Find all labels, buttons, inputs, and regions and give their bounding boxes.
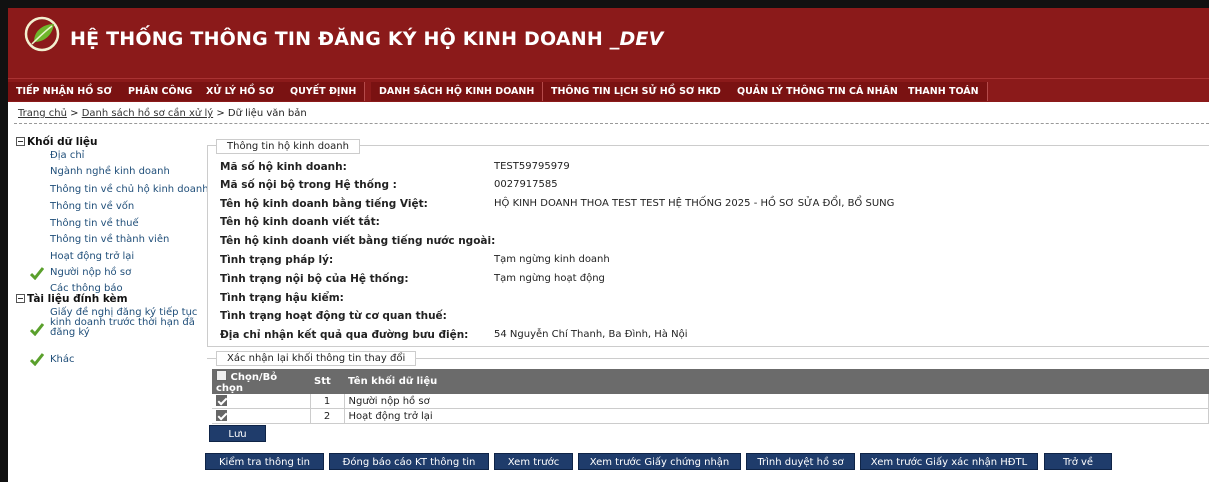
tree-item-hoat-dong-tro-lai[interactable]: Hoạt động trở lại (50, 251, 134, 262)
row-select-cell (212, 408, 311, 424)
breadcrumb: Trang chủ > Danh sách hồ sơ cần xử lý > … (18, 108, 307, 119)
info-label: Tên hộ kinh doanh viết tắt: (220, 216, 380, 228)
collapse-icon[interactable] (16, 137, 25, 146)
breadcrumb-home[interactable]: Trang chủ (18, 108, 67, 119)
table-row: 1 Người nộp hồ sơ (212, 394, 1209, 409)
leaf-logo-icon (24, 16, 60, 52)
menu-quyet-dinh[interactable]: QUYẾT ĐỊNH (282, 82, 366, 101)
row-name: Hoạt động trở lại (344, 408, 1209, 424)
checkmark-icon (30, 353, 44, 366)
menu-danh-sach-hkd[interactable]: DANH SÁCH HỘ KINH DOANH (371, 82, 544, 101)
checkmark-icon (30, 267, 44, 280)
tree-item-chu-ho[interactable]: Thông tin về chủ hộ kinh doanh (50, 184, 209, 195)
info-label: Tên hộ kinh doanh bằng tiếng Việt: (220, 198, 428, 210)
tree-group-label: Tài liệu đính kèm (27, 293, 128, 305)
collapse-icon[interactable] (16, 294, 25, 303)
col-stt: Stt (310, 369, 344, 394)
breadcrumb-sep: > (70, 108, 79, 119)
tree-group-tai-lieu[interactable]: Tài liệu đính kèm (16, 293, 128, 305)
tree-group-khoi-du-lieu[interactable]: Khối dữ liệu (16, 136, 98, 148)
info-legend: Thông tin hộ kinh doanh (216, 139, 360, 154)
info-value: 0027917585 (494, 179, 558, 190)
info-label: Địa chỉ nhận kết quả qua đường bưu điện: (220, 329, 469, 341)
row-checkbox[interactable] (216, 395, 227, 406)
env-label: _DEV (609, 28, 664, 50)
menu-phan-cong[interactable]: PHÂN CÔNG (120, 82, 202, 101)
info-label: Mã số nội bộ trong Hệ thống : (220, 179, 397, 191)
menu-thong-tin-ca-nhan[interactable]: QUẢN LÝ THÔNG TIN CÁ NHÂN (729, 82, 907, 101)
menu-xu-ly[interactable]: XỬ LÝ HỒ SƠ (198, 82, 283, 101)
info-label: Tình trạng hoạt động từ cơ quan thuế: (220, 310, 447, 322)
tree-item-von[interactable]: Thông tin về vốn (50, 201, 134, 212)
info-value: TEST59795979 (494, 161, 570, 172)
row-name: Người nộp hồ sơ (344, 394, 1209, 409)
tree-group-label: Khối dữ liệu (27, 136, 98, 148)
info-value: HỘ KINH DOANH THOA TEST TEST HỆ THỐNG 20… (494, 198, 895, 209)
save-button[interactable]: Lưu (209, 425, 266, 442)
checkmark-icon (30, 323, 44, 336)
select-all-checkbox[interactable] (216, 370, 227, 381)
submit-approval-button[interactable]: Trình duyệt hồ sơ (746, 453, 855, 470)
confirm-legend: Xác nhận lại khối thông tin thay đổi (216, 351, 417, 366)
tree-item-thanh-vien[interactable]: Thông tin về thành viên (50, 234, 169, 245)
close-report-button[interactable]: Đóng báo cáo KT thông tin (329, 453, 489, 470)
info-label: Tình trạng nội bộ của Hệ thống: (220, 273, 409, 285)
info-value: Tạm ngừng kinh doanh (494, 254, 610, 265)
preview-certificate-button[interactable]: Xem trước Giấy chứng nhận (578, 453, 741, 470)
confirm-table: Chọn/Bỏ chọn Stt Tên khối dữ liệu 1 Ngườ… (212, 369, 1209, 424)
row-select-cell (212, 394, 311, 409)
back-button[interactable]: Trở về (1044, 453, 1112, 470)
info-value: 54 Nguyễn Chí Thanh, Ba Đình, Hà Nội (494, 329, 688, 340)
col-select: Chọn/Bỏ chọn (212, 369, 310, 394)
info-label: Tên hộ kinh doanh viết bằng tiếng nước n… (220, 235, 496, 247)
tree-item-thue[interactable]: Thông tin về thuế (50, 218, 139, 229)
menu-thanh-toan[interactable]: THANH TOÁN (900, 82, 988, 101)
tree-item-nganh-nghe[interactable]: Ngành nghề kinh doanh (50, 166, 170, 177)
row-stt: 2 (310, 408, 345, 424)
tree-item-khac[interactable]: Khác (50, 354, 75, 365)
row-stt: 1 (310, 394, 345, 409)
app-title-text: HỆ THỐNG THÔNG TIN ĐĂNG KÝ HỘ KINH DOANH (70, 28, 603, 50)
info-label: Mã số hộ kinh doanh: (220, 161, 347, 173)
main-menu: TIẾP NHẬN HỒ SƠ PHÂN CÔNG XỬ LÝ HỒ SƠ QU… (8, 78, 1209, 102)
menu-lich-su-ho-so[interactable]: THÔNG TIN LỊCH SỬ HỒ SƠ HKD (543, 82, 730, 101)
table-header: Chọn/Bỏ chọn Stt Tên khối dữ liệu (212, 369, 1209, 394)
app-title: HỆ THỐNG THÔNG TIN ĐĂNG KÝ HỘ KINH DOANH… (70, 28, 664, 50)
tree-item-giay-de-nghi[interactable]: Giấy đề nghị đăng ký tiếp tục kinh doanh… (50, 308, 200, 338)
tree-item-dia-chi[interactable]: Địa chỉ (50, 150, 84, 161)
check-info-button[interactable]: Kiểm tra thông tin (205, 453, 324, 470)
col-ten-khoi: Tên khối dữ liệu (344, 369, 1209, 394)
breadcrumb-current: Dữ liệu văn bản (227, 108, 307, 119)
info-label: Tình trạng pháp lý: (220, 254, 334, 266)
divider (14, 123, 1209, 124)
info-value: Tạm ngừng hoạt động (494, 273, 605, 284)
menu-tiep-nhan[interactable]: TIẾP NHẬN HỒ SƠ (8, 82, 121, 101)
header-banner: HỆ THỐNG THÔNG TIN ĐĂNG KÝ HỘ KINH DOANH… (8, 8, 1209, 78)
info-label: Tình trạng hậu kiểm: (220, 292, 344, 304)
row-checkbox[interactable] (216, 410, 227, 421)
tree-item-nguoi-nop[interactable]: Người nộp hồ sơ (50, 267, 131, 278)
breadcrumb-list[interactable]: Danh sách hồ sơ cần xử lý (82, 108, 213, 119)
preview-button[interactable]: Xem trước (494, 453, 573, 470)
breadcrumb-sep: > (216, 108, 225, 119)
preview-confirmation-button[interactable]: Xem trước Giấy xác nhận HĐTL (860, 453, 1038, 470)
table-row: 2 Hoạt động trở lại (212, 408, 1209, 424)
